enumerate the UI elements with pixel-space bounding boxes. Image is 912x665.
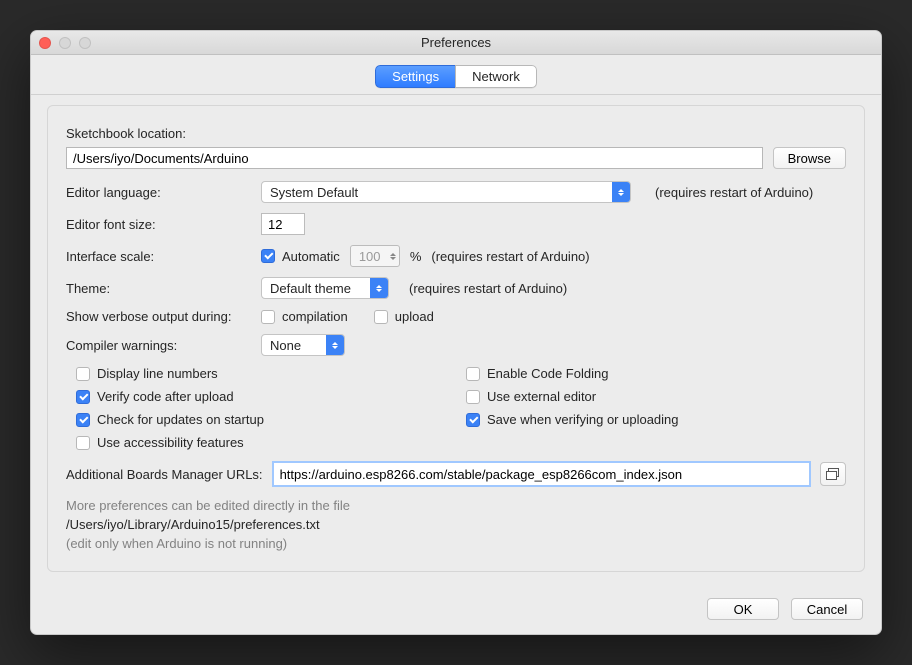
- footer-line-1: More preferences can be edited directly …: [66, 498, 846, 513]
- external-editor-checkbox[interactable]: [466, 390, 480, 404]
- automatic-label: Automatic: [282, 249, 340, 264]
- display-line-numbers-label: Display line numbers: [97, 366, 218, 381]
- verbose-label: Show verbose output during:: [66, 309, 251, 324]
- sketchbook-label: Sketchbook location:: [66, 126, 186, 141]
- font-size-label: Editor font size:: [66, 217, 251, 232]
- save-when-verifying-checkbox[interactable]: [466, 413, 480, 427]
- chevron-updown-icon: [326, 335, 344, 355]
- titlebar: Preferences: [31, 31, 881, 55]
- chevron-updown-icon: [612, 182, 630, 202]
- automatic-checkbox[interactable]: [261, 249, 275, 263]
- interface-scale-value: 100: [359, 249, 381, 264]
- traffic-lights: [39, 37, 91, 49]
- compiler-warnings-label: Compiler warnings:: [66, 338, 251, 353]
- verify-after-upload-checkbox[interactable]: [76, 390, 90, 404]
- compilation-label: compilation: [282, 309, 348, 324]
- tab-segmented-control: Settings Network: [375, 65, 537, 88]
- theme-value: Default theme: [270, 281, 362, 296]
- interface-scale-unit: %: [410, 249, 422, 264]
- footer-line-3: (edit only when Arduino is not running): [66, 536, 846, 551]
- tab-network[interactable]: Network: [455, 65, 537, 88]
- save-when-verifying-label: Save when verifying or uploading: [487, 412, 679, 427]
- verify-after-upload-label: Verify code after upload: [97, 389, 234, 404]
- tabbar: Settings Network: [31, 55, 881, 95]
- stepper-arrows-icon: [390, 253, 396, 260]
- upload-label: upload: [395, 309, 434, 324]
- dialog-buttons: OK Cancel: [31, 588, 881, 634]
- accessibility-label: Use accessibility features: [97, 435, 244, 450]
- ok-button[interactable]: OK: [707, 598, 779, 620]
- check-updates-label: Check for updates on startup: [97, 412, 264, 427]
- expand-urls-button[interactable]: [820, 462, 846, 486]
- display-line-numbers-checkbox[interactable]: [76, 367, 90, 381]
- window-icon: [826, 468, 840, 480]
- compiler-warnings-value: None: [270, 338, 318, 353]
- interface-scale-stepper[interactable]: 100: [350, 245, 400, 267]
- theme-label: Theme:: [66, 281, 251, 296]
- interface-scale-label: Interface scale:: [66, 249, 251, 264]
- boards-url-input[interactable]: [273, 462, 810, 486]
- preferences-window: Preferences Settings Network Sketchbook …: [30, 30, 882, 635]
- browse-button[interactable]: Browse: [773, 147, 846, 169]
- close-icon[interactable]: [39, 37, 51, 49]
- editor-language-label: Editor language:: [66, 185, 251, 200]
- compiler-warnings-select[interactable]: None: [261, 334, 345, 356]
- minimize-icon: [59, 37, 71, 49]
- preferences-file-path[interactable]: /Users/iyo/Library/Arduino15/preferences…: [66, 517, 846, 532]
- settings-panel: Sketchbook location: Browse Editor langu…: [47, 105, 865, 572]
- check-updates-checkbox[interactable]: [76, 413, 90, 427]
- theme-hint: (requires restart of Arduino): [409, 281, 567, 296]
- font-size-input[interactable]: [261, 213, 305, 235]
- editor-language-value: System Default: [270, 185, 604, 200]
- cancel-button[interactable]: Cancel: [791, 598, 863, 620]
- theme-select[interactable]: Default theme: [261, 277, 389, 299]
- external-editor-label: Use external editor: [487, 389, 596, 404]
- editor-language-hint: (requires restart of Arduino): [655, 185, 813, 200]
- interface-scale-hint: (requires restart of Arduino): [431, 249, 589, 264]
- accessibility-checkbox[interactable]: [76, 436, 90, 450]
- zoom-icon: [79, 37, 91, 49]
- code-folding-checkbox[interactable]: [466, 367, 480, 381]
- compilation-checkbox[interactable]: [261, 310, 275, 324]
- window-title: Preferences: [31, 35, 881, 50]
- editor-language-select[interactable]: System Default: [261, 181, 631, 203]
- code-folding-label: Enable Code Folding: [487, 366, 608, 381]
- sketchbook-path-input[interactable]: [66, 147, 763, 169]
- chevron-updown-icon: [370, 278, 388, 298]
- tab-settings[interactable]: Settings: [375, 65, 455, 88]
- upload-checkbox[interactable]: [374, 310, 388, 324]
- boards-url-label: Additional Boards Manager URLs:: [66, 467, 263, 482]
